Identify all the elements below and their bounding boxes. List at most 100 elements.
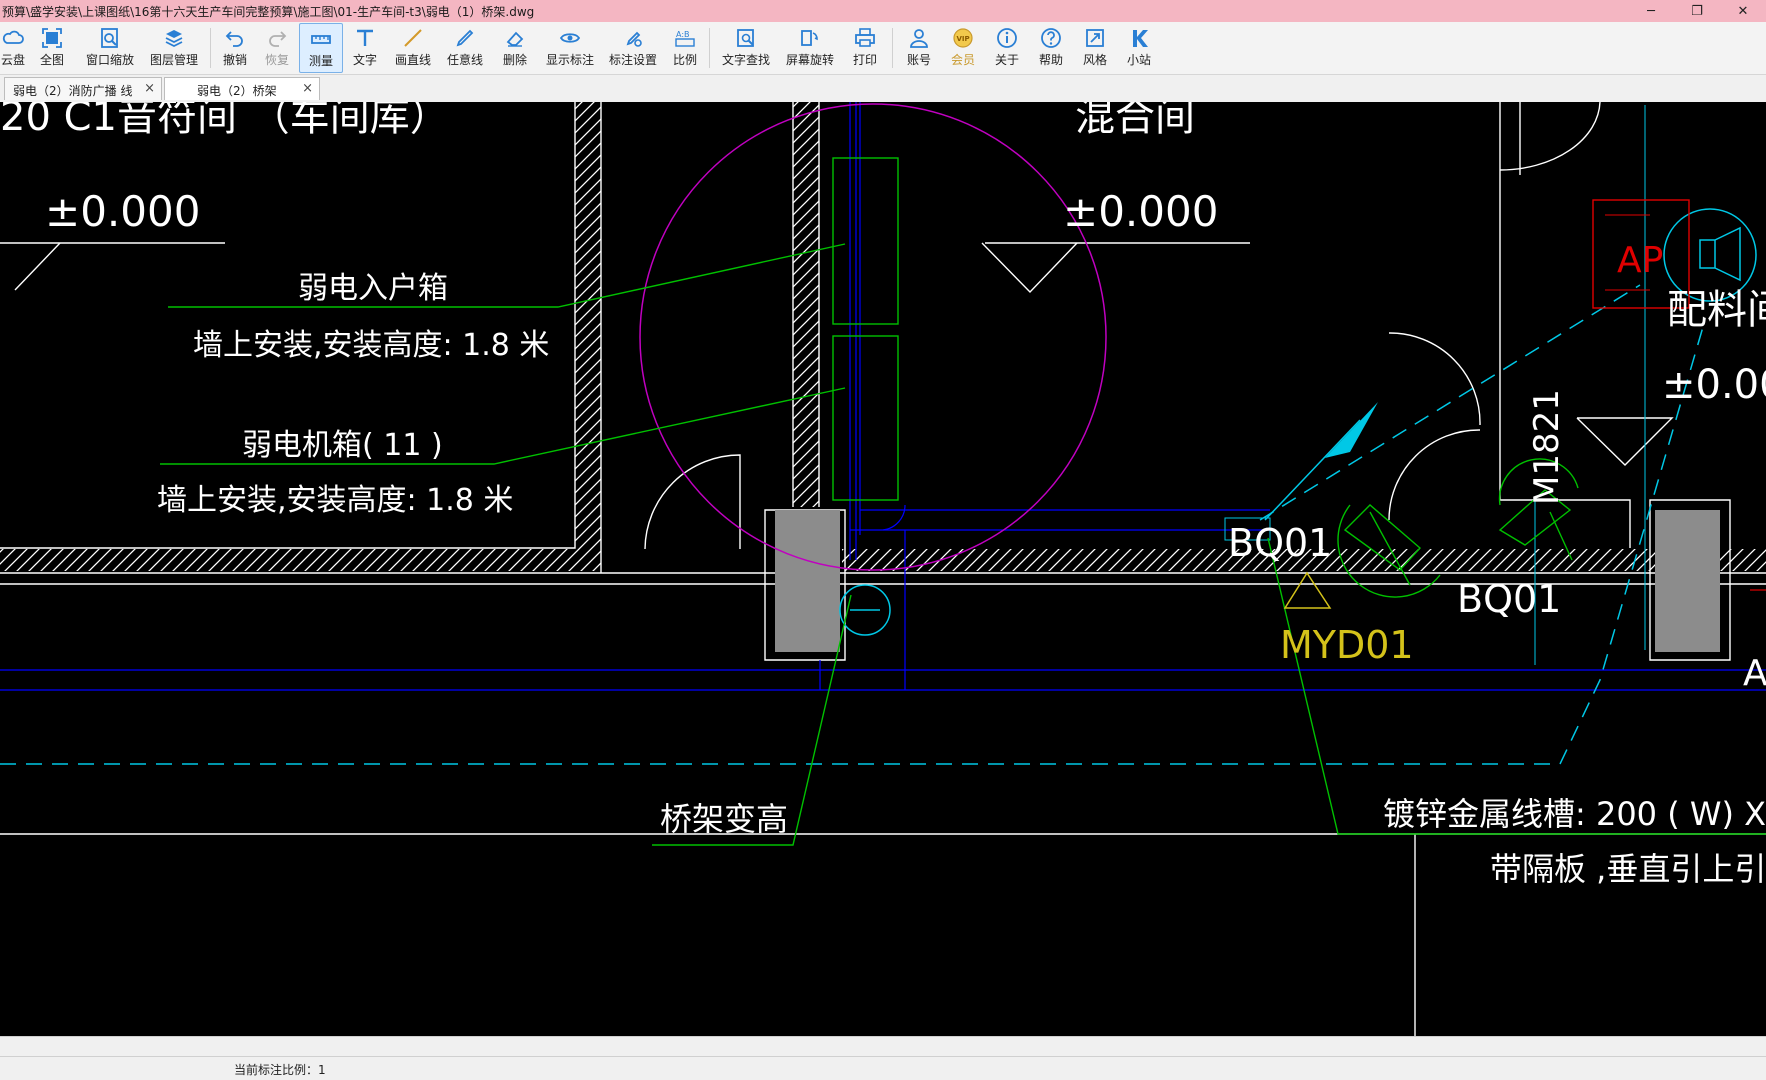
user-icon <box>910 29 928 48</box>
svg-text:A:B: A:B <box>676 30 690 39</box>
redo-icon <box>269 31 287 47</box>
toolbar-layer-button[interactable]: 图层管理 <box>142 23 206 73</box>
toolbar-help-button[interactable]: 帮助 <box>1029 23 1073 73</box>
column-left <box>775 510 840 652</box>
svg-text:VIP: VIP <box>957 35 970 43</box>
door-swing <box>644 454 741 550</box>
toolbar-fullview-button[interactable]: 全图 <box>26 23 78 73</box>
ruler-icon <box>311 35 331 44</box>
window-title: 预算\盛学安装\上课图纸\16第十六天生产车间完整预算\施工图\01-生产车间-… <box>2 5 535 19</box>
tab-close-icon[interactable]: × <box>302 81 313 96</box>
ratio-icon: A:B <box>675 30 695 47</box>
undo-icon <box>225 31 243 47</box>
maximize-button[interactable]: ❐ <box>1674 0 1720 22</box>
bq01-label: BQ01 <box>1228 521 1332 565</box>
cloud-icon <box>2 30 24 44</box>
scale-status: 当前标注比例：1 <box>234 1063 326 1077</box>
help-icon <box>1041 28 1061 48</box>
toolbar-redo-button[interactable]: 恢复 <box>255 23 299 73</box>
elevation-label: ±0.000 <box>45 187 200 236</box>
status-bar: 当前标注比例：1 <box>0 1056 1766 1080</box>
toolbar-separator <box>210 28 211 68</box>
style-expand-icon <box>1086 29 1104 47</box>
toolbar-undo-button[interactable]: 撤销 <box>215 23 255 73</box>
tray-bend <box>882 504 906 531</box>
tray-spec-label: 镀锌金属线槽: 200 ( W) X100 <box>1383 795 1766 833</box>
wall-hatch <box>793 102 819 507</box>
info-icon <box>997 28 1017 48</box>
drawing-canvas[interactable]: 20 C1音符间 （车间库） 混合间 配料间 ±0.000 ±0.000 ±0.… <box>0 102 1766 1036</box>
site-logo-icon <box>1133 30 1148 47</box>
toolbar-rotate-button[interactable]: 屏幕旋转 <box>778 23 842 73</box>
room-name-mid: 混合间 <box>1075 102 1195 140</box>
direction-line <box>1264 419 1361 521</box>
minimize-button[interactable]: ─ <box>1628 0 1674 22</box>
close-button[interactable]: ✕ <box>1720 0 1766 22</box>
direction-arrow <box>1325 402 1378 458</box>
ap-label: AP <box>1617 240 1663 281</box>
room-name-right: 配料间 <box>1667 287 1766 333</box>
toolbar-text-search-button[interactable]: 文字查找 <box>714 23 778 73</box>
toolbar-account-button[interactable]: 账号 <box>897 23 941 73</box>
speaker-symbol <box>1699 226 1741 282</box>
eraser-icon <box>506 31 524 47</box>
camera-stem <box>1369 511 1573 586</box>
rotate-screen-icon <box>801 30 818 46</box>
toolbar-line-button[interactable]: 画直线 <box>387 23 439 73</box>
toolbar-delete-button[interactable]: 删除 <box>491 23 539 73</box>
tab-broadcast[interactable]: 弱电（2）消防广播 线 × <box>4 77 162 100</box>
toolbar-text-button[interactable]: 文字 <box>343 23 387 73</box>
install-height-note: 墙上安装,安装高度: 1.8 米 <box>193 328 549 363</box>
zoom-window-icon <box>101 28 118 48</box>
find-text-icon <box>737 29 754 47</box>
tab-close-icon[interactable]: × <box>144 81 155 96</box>
level-marker <box>1576 417 1674 466</box>
line-icon <box>404 29 422 47</box>
tray-change-label: 桥架变高 <box>660 800 788 838</box>
toolbar-cloud-button[interactable]: 云盘 <box>0 23 26 73</box>
toolbar-separator <box>709 28 710 68</box>
wall-hatch <box>0 549 601 571</box>
room-name-left: 20 C1音符间 （车间库） <box>0 102 450 140</box>
weak-cabinet-label: 弱电机箱( 11 ) <box>242 428 443 463</box>
cable-route-dashed <box>0 319 1706 765</box>
toolbar-print-button[interactable]: 打印 <box>842 23 888 73</box>
toolbar-measure-button[interactable]: 测量 <box>299 23 343 73</box>
door-label: M1821 <box>1527 389 1567 505</box>
toolbar-separator <box>892 28 893 68</box>
weak-cabinet-box <box>832 335 899 501</box>
tab-tray[interactable]: 弱电（2）桥架 × <box>164 77 320 100</box>
toolbar-annotation-settings-button[interactable]: 标注设置 <box>601 23 665 73</box>
toolbar-scale-button[interactable]: A:B 比例 <box>665 23 705 73</box>
main-toolbar: 云盘 全图 窗口缩放 图层管理 撤销 恢复 测量 文字 画直线 任意线 删除 显… <box>0 22 1766 75</box>
toolbar-window-zoom-button[interactable]: 窗口缩放 <box>78 23 142 73</box>
horizontal-scrollbar[interactable] <box>0 1036 1766 1057</box>
myd-triangle <box>1283 571 1332 609</box>
toolbar-show-annotation-button[interactable]: 显示标注 <box>539 23 601 73</box>
elevation-label: ±0.000 <box>1063 187 1218 236</box>
toolbar-vip-button[interactable]: VIP 会员 <box>941 23 985 73</box>
install-height-note: 墙上安装,安装高度: 1.8 米 <box>157 483 513 518</box>
document-tabs: 弱电（2）消防广播 线 × 弱电（2）桥架 × <box>0 75 1766 103</box>
wall-hatch <box>575 102 601 570</box>
text-icon <box>357 29 373 46</box>
vip-badge-icon: VIP <box>953 28 973 48</box>
toolbar-site-button[interactable]: 小站 <box>1117 23 1161 73</box>
toolbar-freeline-button[interactable]: 任意线 <box>439 23 491 73</box>
weak-entry-box <box>832 157 899 325</box>
column-right <box>1655 510 1720 652</box>
wall-outline <box>1499 102 1521 500</box>
pencil-icon <box>456 29 474 47</box>
toolbar-about-button[interactable]: 关于 <box>985 23 1029 73</box>
tray-line <box>0 669 1766 691</box>
wall-outline <box>1500 499 1631 548</box>
weak-entry-box-label: 弱电入户箱 <box>298 271 448 306</box>
elevation-label: ±0.000 <box>1662 362 1766 408</box>
title-bar: 预算\盛学安装\上课图纸\16第十六天生产车间完整预算\施工图\01-生产车间-… <box>0 0 1766 22</box>
cable-route-dashed <box>1259 284 1641 521</box>
door-swing <box>1499 102 1601 171</box>
toolbar-style-button[interactable]: 风格 <box>1073 23 1117 73</box>
tray-spec-label-2: 带隔板 ,垂直引上引下 <box>1490 850 1766 888</box>
axis-mark: A <box>1743 653 1766 694</box>
printer-icon <box>855 28 875 47</box>
